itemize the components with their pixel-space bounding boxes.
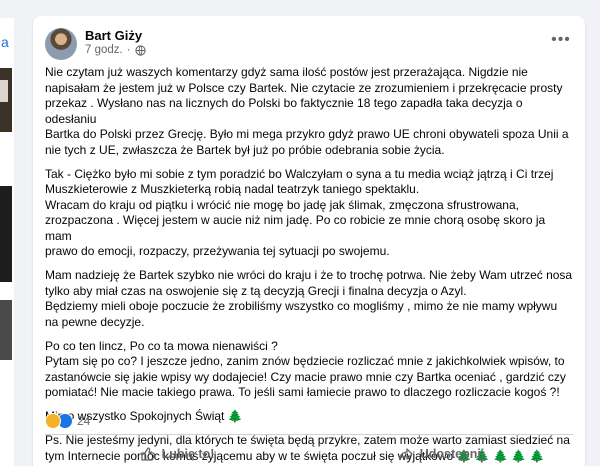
separator-dot: · — [126, 44, 131, 56]
share-button[interactable]: Udostępnij — [309, 439, 573, 466]
left-thumbnail-1-detail — [0, 80, 8, 102]
post-card: Bart Giży 7 godz. · ••• Nie czytam już w… — [33, 16, 585, 466]
post-paragraph-3: Mam nadzieję że Bartek szybko nie wróci … — [45, 268, 573, 329]
like-label: Lubię to! — [161, 447, 215, 461]
globe-icon[interactable] — [134, 44, 146, 56]
post-paragraph-2: Tak - Ciężko było mi sobie z tym poradzi… — [45, 166, 554, 259]
share-arrow-icon — [398, 448, 413, 461]
post-paragraph-1: Nie czytam już waszych komentarzy gdyż s… — [45, 65, 569, 157]
actions-divider — [45, 434, 573, 435]
post-paragraph-5: Mimo wszystko Spokojnych Świąt 🌲 — [45, 409, 575, 425]
post-text: Nie czytam już waszych komentarzy gdyż s… — [45, 65, 575, 466]
post-meta: 7 godz. · — [85, 44, 146, 56]
post-paragraph-4: Po co ten lincz, Po co ta mowa nienawiśc… — [45, 338, 566, 400]
share-label: Udostępnij — [419, 447, 485, 461]
like-button[interactable]: Lubię to! — [45, 439, 309, 466]
left-thumbnail-2[interactable] — [0, 186, 12, 282]
post-time[interactable]: 7 godz. — [85, 44, 123, 56]
left-column-cropped: a — [0, 0, 14, 466]
haha-reaction-icon — [45, 413, 61, 429]
author-name[interactable]: Bart Giży — [85, 28, 142, 43]
christmas-tree-icon: 🌲 — [227, 409, 243, 423]
left-thumbnail-3[interactable] — [0, 300, 12, 360]
author-avatar[interactable] — [45, 28, 77, 60]
reactions-summary[interactable]: 24 — [45, 412, 90, 430]
reaction-icons — [45, 413, 73, 429]
post-actions: Lubię to! Udostępnij — [45, 437, 573, 466]
thumbs-up-icon — [140, 447, 155, 461]
ellipsis-icon: ••• — [551, 31, 571, 48]
reaction-count[interactable]: 24 — [77, 414, 90, 428]
more-options-button[interactable]: ••• — [549, 30, 573, 50]
left-panel-link[interactable]: a — [1, 34, 9, 50]
